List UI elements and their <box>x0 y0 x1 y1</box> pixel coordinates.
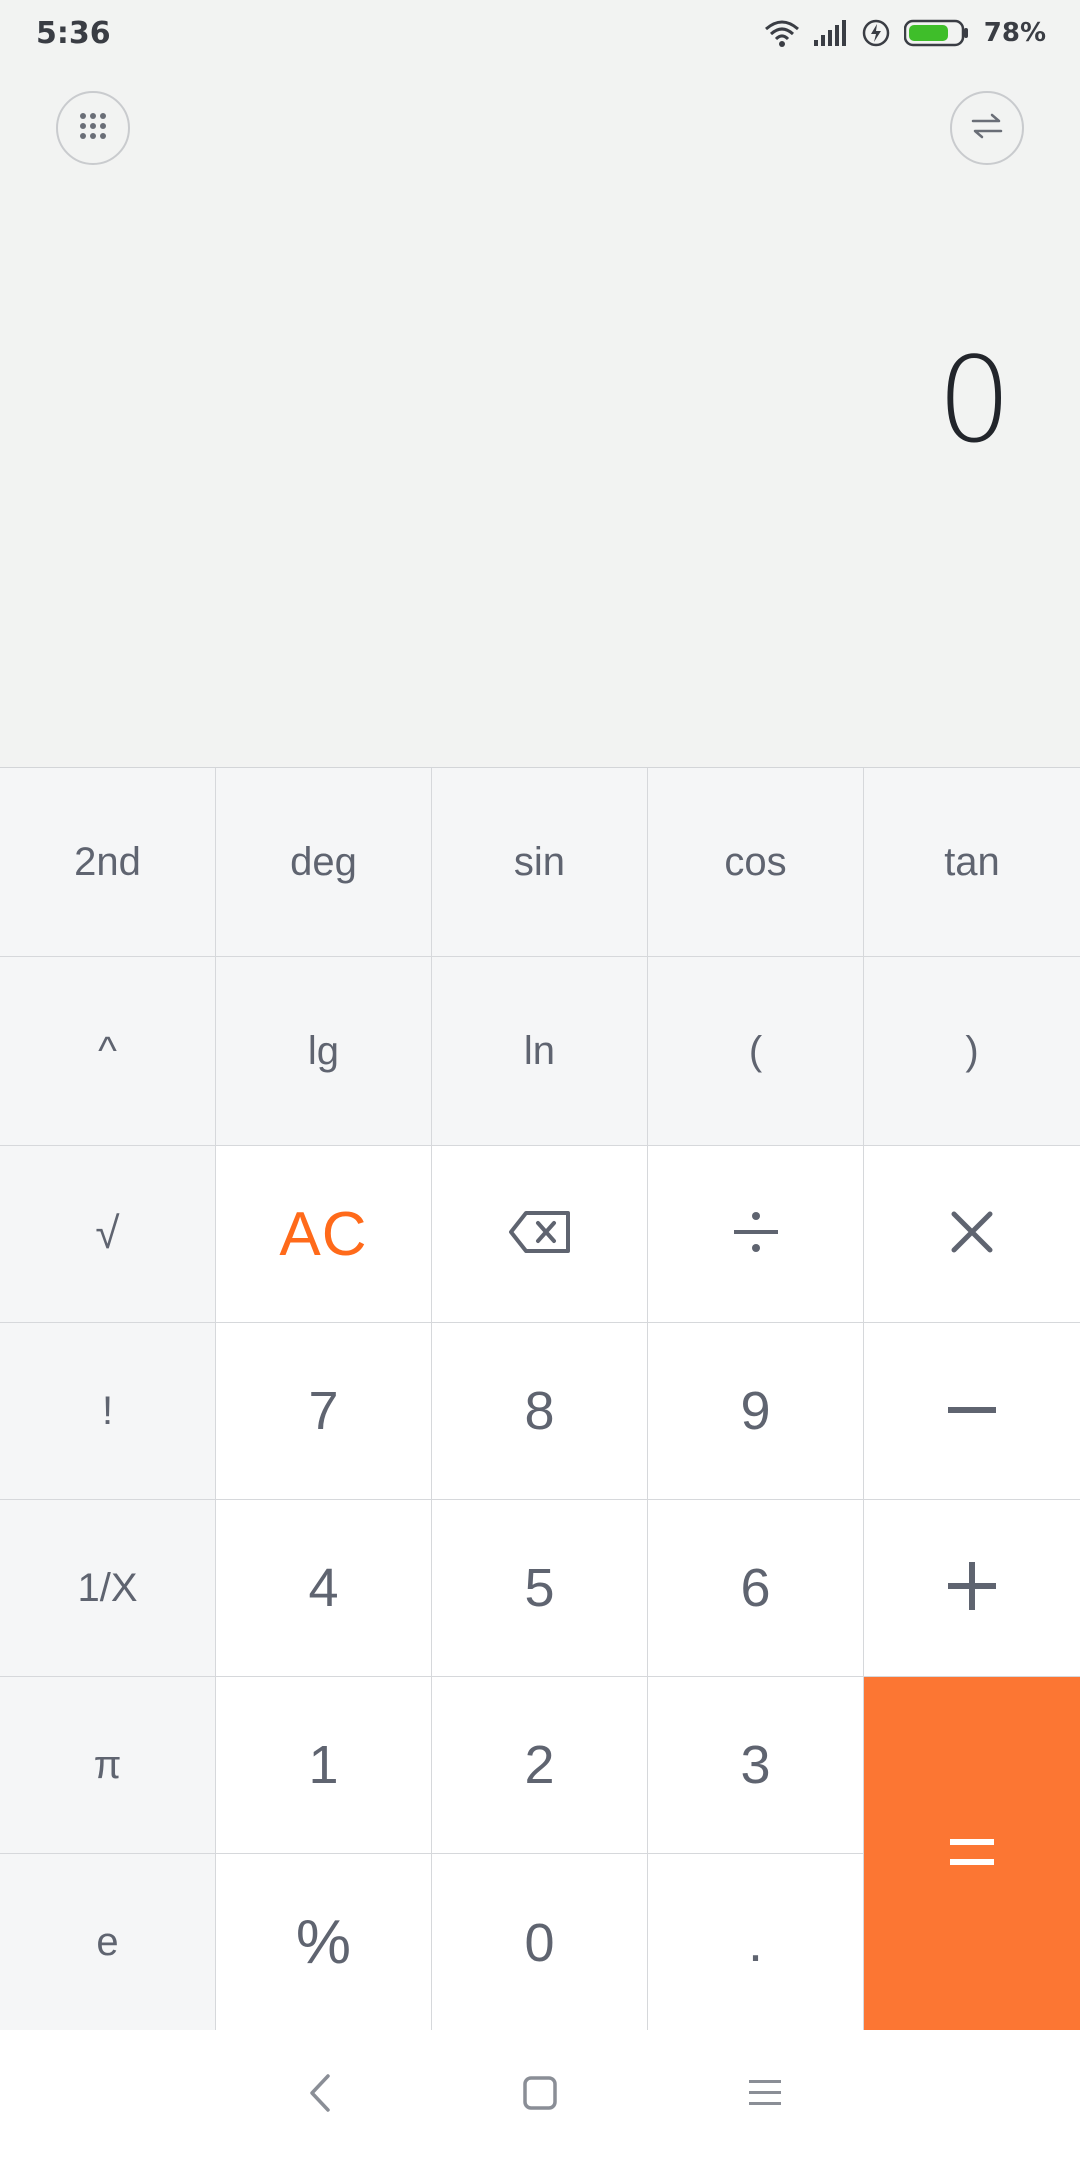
tan-key[interactable]: tan <box>864 768 1080 957</box>
recents-menu-icon <box>747 2078 783 2113</box>
deg-key[interactable]: deg <box>216 768 432 957</box>
digit-6-key[interactable]: 6 <box>648 1500 864 1677</box>
lg-key[interactable]: lg <box>216 957 432 1146</box>
all-clear-key[interactable]: AC <box>216 1146 432 1323</box>
plus-icon <box>948 1561 996 1615</box>
wifi-icon <box>764 19 800 47</box>
multiply-icon <box>950 1210 994 1259</box>
back-button[interactable] <box>290 2065 350 2125</box>
display-value: 0 <box>936 331 1012 469</box>
navigation-bar <box>0 2030 1080 2160</box>
digit-7-key[interactable]: 7 <box>216 1323 432 1500</box>
plus-key[interactable] <box>864 1500 1080 1677</box>
equals-icon <box>950 1837 994 1872</box>
minus-icon <box>948 1402 996 1420</box>
sqrt-key[interactable]: √ <box>0 1146 216 1323</box>
backspace-key[interactable] <box>432 1146 648 1323</box>
result-display: 0 <box>0 300 1080 500</box>
ln-key[interactable]: ln <box>432 957 648 1146</box>
pi-key[interactable]: π <box>0 1677 216 1854</box>
sin-key[interactable]: sin <box>432 768 648 957</box>
recents-button[interactable] <box>735 2065 795 2125</box>
digit-1-key[interactable]: 1 <box>216 1677 432 1854</box>
decimal-key[interactable]: . <box>648 1854 864 2031</box>
factorial-key[interactable]: ! <box>0 1323 216 1500</box>
right-paren-key[interactable]: ) <box>864 957 1080 1146</box>
home-square-icon <box>522 2075 558 2116</box>
status-time: 5:36 <box>36 15 111 51</box>
digit-8-key[interactable]: 8 <box>432 1323 648 1500</box>
digit-4-key[interactable]: 4 <box>216 1500 432 1677</box>
digit-9-key[interactable]: 9 <box>648 1323 864 1500</box>
charging-icon <box>862 19 890 47</box>
convert-button[interactable] <box>950 91 1024 165</box>
grid-dots-icon <box>79 112 107 145</box>
menu-button[interactable] <box>56 91 130 165</box>
digit-2-key[interactable]: 2 <box>432 1677 648 1854</box>
back-chevron-icon <box>308 2073 332 2118</box>
keypad: 2nd deg sin cos tan ^ lg ln ( ) √ AC ! 7… <box>0 767 1080 2031</box>
power-key[interactable]: ^ <box>0 957 216 1146</box>
divide-key[interactable] <box>648 1146 864 1323</box>
euler-key[interactable]: e <box>0 1854 216 2031</box>
battery-percent: 78% <box>983 18 1046 48</box>
second-function-key[interactable]: 2nd <box>0 768 216 957</box>
digit-3-key[interactable]: 3 <box>648 1677 864 1854</box>
divide-icon <box>732 1208 780 1261</box>
status-icons: 78% <box>764 18 1046 48</box>
home-button[interactable] <box>510 2065 570 2125</box>
multiply-key[interactable] <box>864 1146 1080 1323</box>
minus-key[interactable] <box>864 1323 1080 1500</box>
digit-5-key[interactable]: 5 <box>432 1500 648 1677</box>
battery-icon <box>903 19 970 47</box>
reciprocal-key[interactable]: 1/X <box>0 1500 216 1677</box>
percent-key[interactable]: % <box>216 1854 432 2031</box>
cos-key[interactable]: cos <box>648 768 864 957</box>
signal-icon <box>813 20 848 46</box>
equals-key[interactable] <box>864 1677 1080 2031</box>
left-paren-key[interactable]: ( <box>648 957 864 1146</box>
backspace-icon <box>508 1210 572 1259</box>
status-bar: 5:36 78% <box>0 0 1080 66</box>
swap-arrows-icon <box>971 113 1003 144</box>
digit-0-key[interactable]: 0 <box>432 1854 648 2031</box>
